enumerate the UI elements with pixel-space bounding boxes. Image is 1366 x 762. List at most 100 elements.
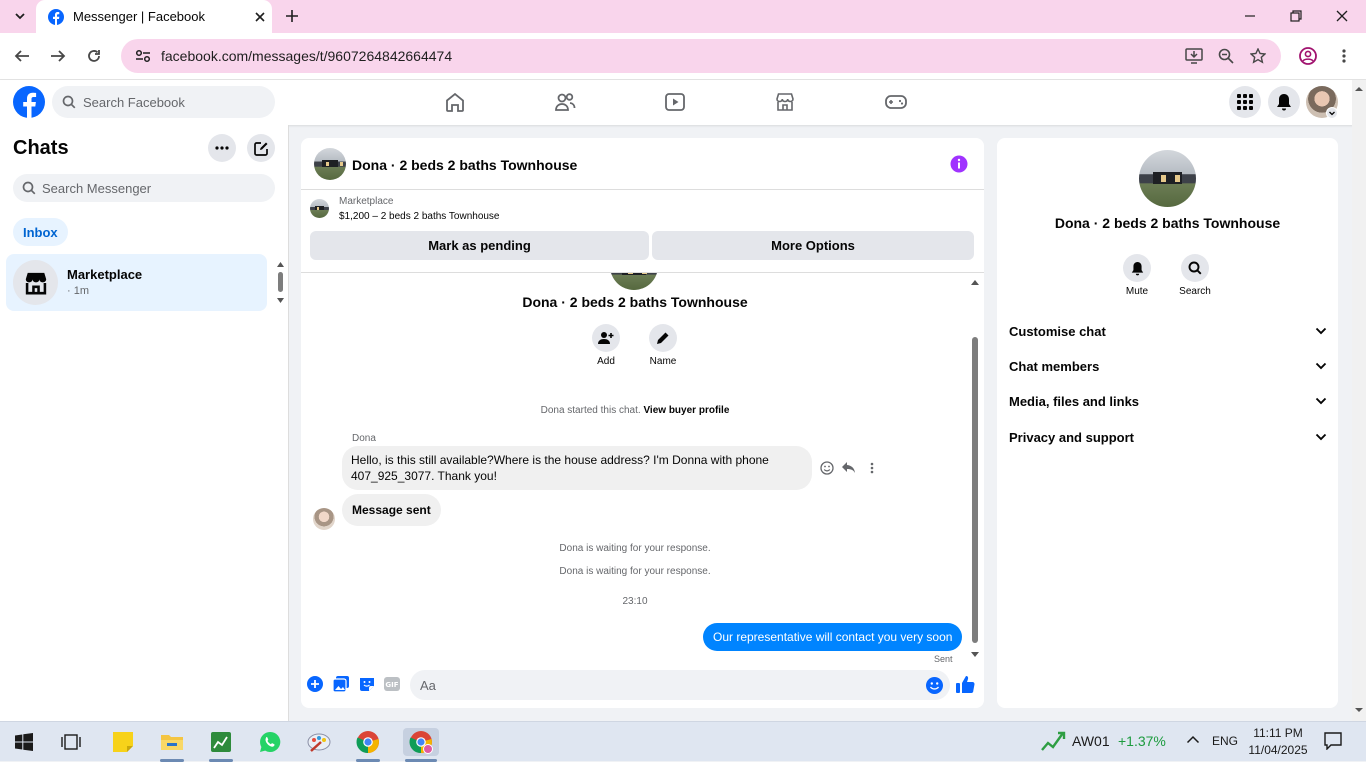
page-scrollbar[interactable] (1352, 80, 1366, 721)
stock-change[interactable]: +1.37% (1118, 733, 1166, 749)
search-in-chat-button[interactable] (1181, 254, 1209, 282)
marketplace-icon[interactable] (774, 91, 798, 115)
restore-icon[interactable] (1280, 0, 1312, 32)
conversation-header: Dona · 2 beds 2 baths Townhouse (301, 138, 984, 190)
facebook-header: Search Facebook (0, 80, 1366, 125)
bookmark-star-icon[interactable] (1242, 40, 1274, 72)
name-chat-button[interactable] (649, 324, 677, 352)
back-icon[interactable] (6, 40, 38, 72)
mute-button[interactable] (1123, 254, 1151, 282)
windows-start-icon[interactable] (10, 728, 38, 756)
section-label: Customise chat (1009, 323, 1106, 339)
facebook-favicon (48, 8, 64, 25)
paint-app-icon[interactable] (305, 728, 333, 756)
new-tab-icon[interactable] (276, 0, 308, 32)
install-app-icon[interactable] (1178, 40, 1210, 72)
chats-sidebar: Chats Search Messenger Inbox Marketplace… (0, 125, 289, 721)
section-customise-chat[interactable]: Customise chat (1009, 319, 1327, 343)
chart-app-icon[interactable] (207, 728, 235, 756)
chat-started-notice: Dona started this chat. View buyer profi… (301, 405, 969, 416)
section-privacy-support[interactable]: Privacy and support (1009, 425, 1327, 449)
mute-label: Mute (1125, 286, 1149, 297)
site-info-icon[interactable] (135, 49, 151, 63)
reload-icon[interactable] (78, 40, 110, 72)
tab-title: Messenger | Facebook (73, 9, 205, 24)
clock-date[interactable]: 11/04/2025 (1246, 743, 1310, 757)
conversation-title[interactable]: Dona · 2 beds 2 baths Townhouse (352, 157, 577, 173)
message-input[interactable]: Aa (410, 670, 950, 700)
system-message: Dona is waiting for your response. (559, 543, 711, 554)
react-emoji-icon[interactable] (820, 461, 834, 475)
more-options-button[interactable]: More Options (652, 231, 974, 260)
url-text[interactable]: facebook.com/messages/t/9607264842664474 (161, 48, 452, 64)
details-avatar[interactable] (1139, 150, 1196, 207)
section-media-files-links[interactable]: Media, files and links (1009, 389, 1327, 413)
search-icon (62, 95, 76, 109)
address-toolbar: facebook.com/messages/t/9607264842664474 (0, 33, 1366, 80)
sticker-icon[interactable] (359, 676, 375, 692)
file-explorer-icon[interactable] (158, 728, 186, 756)
sender-avatar[interactable] (313, 508, 335, 530)
messenger-search-box[interactable]: Search Messenger (13, 174, 275, 202)
chrome-profile-icon[interactable] (403, 728, 439, 756)
listing-avatar[interactable] (314, 148, 346, 180)
system-message: Dona is waiting for your response. (559, 566, 711, 577)
home-icon[interactable] (444, 91, 468, 115)
notifications-icon[interactable] (1268, 86, 1300, 118)
sent-message-bubble[interactable]: Our representative will contact you very… (703, 623, 963, 651)
message-bubble[interactable]: Hello, is this still available?Where is … (342, 446, 812, 490)
window-close-icon[interactable] (1326, 0, 1358, 32)
add-people-button[interactable] (592, 324, 620, 352)
mark-as-pending-button[interactable]: Mark as pending (310, 231, 649, 260)
profile-icon[interactable] (1292, 40, 1324, 72)
listing-thumbnail[interactable] (310, 199, 329, 218)
thread-scrollbar[interactable] (970, 275, 980, 663)
marketplace-icon (25, 272, 46, 294)
task-view-icon[interactable] (57, 728, 85, 756)
more-actions-plus-icon[interactable] (307, 676, 323, 692)
chevron-down-icon[interactable] (1326, 107, 1338, 119)
inbox-filter-pill[interactable]: Inbox (13, 218, 68, 246)
watch-icon[interactable] (664, 91, 688, 115)
friends-icon[interactable] (554, 91, 578, 115)
like-thumb-icon[interactable] (956, 675, 975, 694)
sidebar-scrollbar[interactable] (276, 260, 285, 305)
tab-search-icon[interactable] (4, 0, 36, 32)
gif-icon[interactable]: GIF (384, 676, 400, 692)
chat-options-button[interactable] (208, 134, 236, 162)
stock-ticker[interactable]: AW01 (1072, 733, 1110, 749)
message-bubble[interactable]: Message sent (342, 494, 441, 526)
chrome-icon[interactable] (354, 728, 382, 756)
kebab-menu-icon[interactable] (1328, 40, 1360, 72)
emoji-icon[interactable] (926, 677, 943, 694)
reply-icon[interactable] (841, 461, 856, 474)
menu-grid-icon[interactable] (1229, 86, 1261, 118)
whatsapp-icon[interactable] (256, 728, 284, 756)
listing-title[interactable]: $1,200 – 2 beds 2 baths Townhouse (339, 211, 500, 222)
language-indicator[interactable]: ENG (1212, 734, 1238, 748)
view-buyer-profile-link[interactable]: View buyer profile (643, 405, 729, 416)
forward-icon[interactable] (42, 40, 74, 72)
message-input-placeholder: Aa (420, 677, 436, 693)
clock-time[interactable]: 11:11 PM (1248, 726, 1308, 740)
sticky-notes-icon[interactable] (109, 728, 137, 756)
facebook-search-box[interactable]: Search Facebook (52, 86, 275, 118)
chevron-up-icon[interactable] (1186, 735, 1200, 744)
notification-center-icon[interactable] (1324, 732, 1342, 750)
message-timestamp: 23:10 (622, 596, 648, 607)
facebook-logo[interactable] (13, 86, 45, 118)
chat-list-item[interactable]: Marketplace · 1m (6, 254, 267, 311)
info-icon[interactable] (950, 155, 968, 173)
omnibox[interactable]: facebook.com/messages/t/9607264842664474 (121, 39, 1281, 73)
browser-tab[interactable]: Messenger | Facebook (36, 0, 272, 33)
zoom-icon[interactable] (1210, 40, 1242, 72)
message-more-icon[interactable] (870, 462, 874, 474)
stock-trend-icon[interactable] (1040, 730, 1066, 752)
chevron-down-icon (1315, 362, 1327, 370)
minimize-icon[interactable] (1234, 0, 1266, 32)
gaming-icon[interactable] (884, 91, 908, 115)
attach-photo-icon[interactable] (333, 676, 349, 692)
close-icon[interactable] (248, 11, 272, 22)
new-message-button[interactable] (247, 134, 275, 162)
section-chat-members[interactable]: Chat members (1009, 354, 1327, 378)
